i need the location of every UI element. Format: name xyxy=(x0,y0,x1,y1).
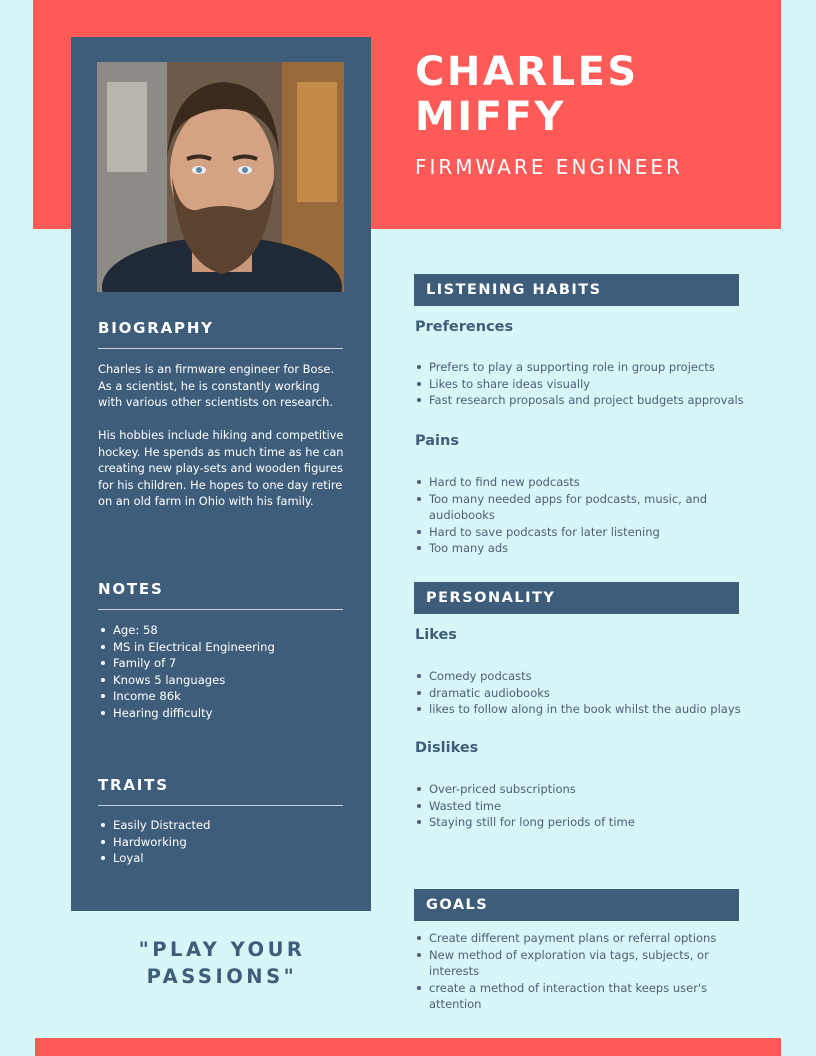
sidebar: BIOGRAPHY Charles is an firmware enginee… xyxy=(71,37,371,911)
persona-name: CHARLES MIFFY xyxy=(415,50,639,140)
goals-heading: GOALS xyxy=(414,889,739,921)
persona-name-line-1: CHARLES xyxy=(415,49,639,95)
dislikes-list: Over-priced subscriptions Wasted time St… xyxy=(415,781,745,831)
list-item: Create different payment plans or referr… xyxy=(415,930,745,947)
quote-line-2: PASSIONS" xyxy=(146,965,298,988)
quote-line-1: "PLAY YOUR xyxy=(138,938,306,961)
list-item: Hard to find new podcasts xyxy=(415,474,745,491)
list-item: Staying still for long periods of time xyxy=(415,814,745,831)
list-item: Likes to share ideas visually xyxy=(415,376,745,393)
list-item: Fast research proposals and project budg… xyxy=(415,392,745,409)
traits-list: Easily Distracted Hardworking Loyal xyxy=(98,817,348,867)
list-item: Age: 58 xyxy=(98,622,348,639)
list-item: Wasted time xyxy=(415,798,745,815)
list-item: Comedy podcasts xyxy=(415,668,745,685)
dislikes-heading: Dislikes xyxy=(415,740,479,756)
pains-list: Hard to find new podcasts Too many neede… xyxy=(415,474,745,557)
list-item: Too many ads xyxy=(415,540,745,557)
personality-heading: PERSONALITY xyxy=(414,582,739,614)
likes-heading: Likes xyxy=(415,627,457,643)
goals-list: Create different payment plans or referr… xyxy=(415,930,745,1013)
persona-name-line-2: MIFFY xyxy=(415,94,566,140)
list-item: Loyal xyxy=(98,850,348,867)
list-item: Prefers to play a supporting role in gro… xyxy=(415,359,745,376)
listening-habits-heading: LISTENING HABITS xyxy=(414,274,739,306)
list-item: likes to follow along in the book whilst… xyxy=(415,701,745,718)
list-item: dramatic audiobooks xyxy=(415,685,745,702)
list-item: create a method of interaction that keep… xyxy=(415,980,719,1013)
footer-band xyxy=(35,1038,781,1056)
job-title: FIRMWARE ENGINEER xyxy=(415,155,683,179)
list-item: Hard to save podcasts for later listenin… xyxy=(415,524,745,541)
profile-photo xyxy=(97,62,344,292)
biography-heading: BIOGRAPHY xyxy=(98,319,214,337)
traits-heading: TRAITS xyxy=(98,776,169,794)
list-item: Hearing difficulty xyxy=(98,705,348,722)
list-item: Income 86k xyxy=(98,688,348,705)
pains-heading: Pains xyxy=(415,433,459,449)
list-item: Too many needed apps for podcasts, music… xyxy=(415,491,719,524)
traits-divider xyxy=(98,805,343,806)
list-item: Easily Distracted xyxy=(98,817,348,834)
biography-divider xyxy=(98,348,343,349)
list-item: Knows 5 languages xyxy=(98,672,348,689)
biography-paragraph-1: Charles is an firmware engineer for Bose… xyxy=(98,362,335,409)
likes-list: Comedy podcasts dramatic audiobooks like… xyxy=(415,668,745,718)
list-item: Over-priced subscriptions xyxy=(415,781,745,798)
quote: "PLAY YOUR PASSIONS" xyxy=(112,936,332,990)
notes-list: Age: 58 MS in Electrical Engineering Fam… xyxy=(98,622,348,722)
preferences-list: Prefers to play a supporting role in gro… xyxy=(415,359,745,409)
list-item: MS in Electrical Engineering xyxy=(98,639,348,656)
list-item: Family of 7 xyxy=(98,655,348,672)
biography-paragraph-2: His hobbies include hiking and competiti… xyxy=(98,428,344,508)
notes-divider xyxy=(98,609,343,610)
list-item: New method of exploration via tags, subj… xyxy=(415,947,719,980)
preferences-heading: Preferences xyxy=(415,319,514,335)
list-item: Hardworking xyxy=(98,834,348,851)
notes-heading: NOTES xyxy=(98,580,164,598)
